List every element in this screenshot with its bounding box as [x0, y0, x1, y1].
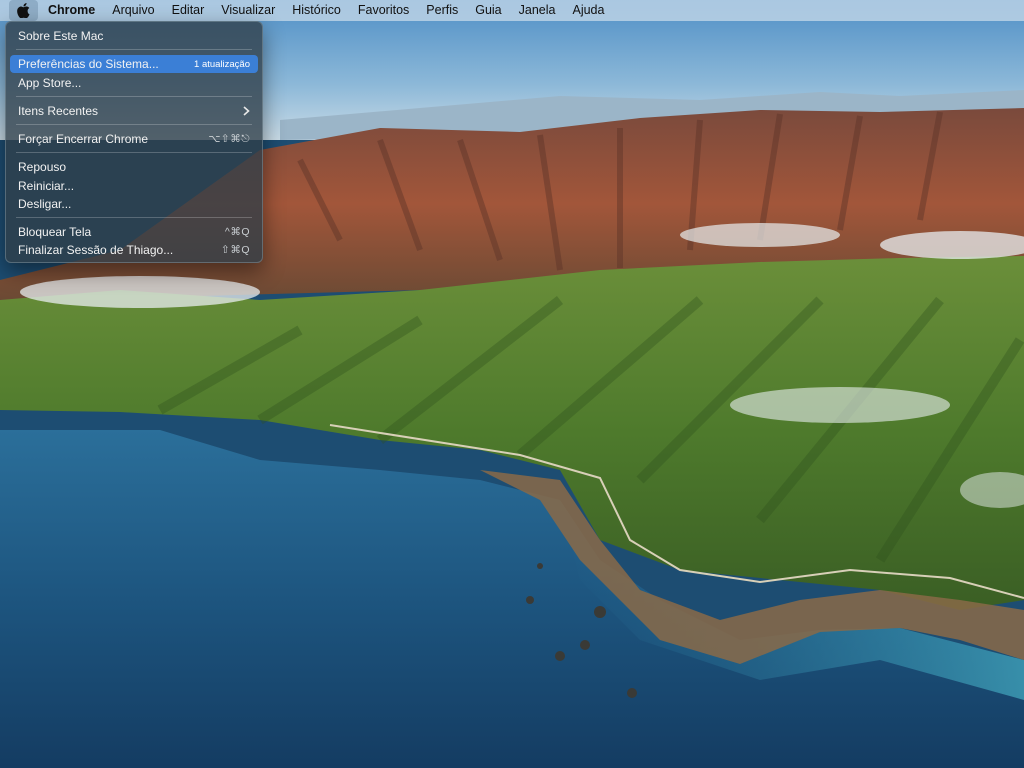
menu-bar: Chrome Arquivo Editar Visualizar Históri…: [0, 0, 1024, 21]
log-out-shortcut: ⇧⌘Q: [221, 244, 250, 256]
recent-items-label: Itens Recentes: [18, 104, 99, 118]
chevron-right-icon: [243, 106, 250, 116]
menu-item-app-store[interactable]: App Store...: [10, 74, 258, 92]
menu-separator: [16, 124, 252, 125]
menu-item-lock-screen[interactable]: Bloquear Tela ^⌘Q: [10, 223, 258, 241]
menu-guia[interactable]: Guia: [467, 0, 510, 21]
restart-label: Reiniciar...: [18, 179, 75, 193]
force-quit-shortcut: ⌥⇧⌘⎋: [208, 132, 250, 145]
menu-item-recent-items[interactable]: Itens Recentes: [10, 102, 258, 120]
menu-favoritos[interactable]: Favoritos: [349, 0, 417, 21]
menu-separator: [16, 49, 252, 50]
about-mac-label: Sobre Este Mac: [18, 29, 104, 43]
sleep-label: Repouso: [18, 160, 67, 174]
log-out-label: Finalizar Sessão de Thiago...: [18, 243, 174, 257]
apple-menu-dropdown: Sobre Este Mac Preferências do Sistema..…: [5, 21, 263, 263]
app-store-label: App Store...: [18, 76, 82, 90]
menu-editar[interactable]: Editar: [163, 0, 213, 21]
menu-historico[interactable]: Histórico: [284, 0, 350, 21]
menu-item-force-quit[interactable]: Forçar Encerrar Chrome ⌥⇧⌘⎋: [10, 130, 258, 148]
menu-item-log-out[interactable]: Finalizar Sessão de Thiago... ⇧⌘Q: [10, 241, 258, 259]
menu-arquivo[interactable]: Arquivo: [104, 0, 163, 21]
menu-chrome[interactable]: Chrome: [38, 0, 104, 21]
menu-separator: [16, 217, 252, 218]
menu-visualizar[interactable]: Visualizar: [213, 0, 284, 21]
apple-menu-button[interactable]: [9, 0, 38, 21]
menu-item-shutdown[interactable]: Desligar...: [10, 195, 258, 213]
menu-janela[interactable]: Janela: [510, 0, 564, 21]
menu-item-restart[interactable]: Reiniciar...: [10, 177, 258, 195]
force-quit-label: Forçar Encerrar Chrome: [18, 132, 149, 146]
menu-item-about-mac[interactable]: Sobre Este Mac: [10, 27, 258, 45]
menu-perfis[interactable]: Perfis: [418, 0, 467, 21]
lock-screen-shortcut: ^⌘Q: [224, 226, 250, 238]
menu-separator: [16, 152, 252, 153]
lock-screen-label: Bloquear Tela: [18, 225, 92, 239]
shutdown-label: Desligar...: [18, 197, 72, 211]
menu-item-sleep[interactable]: Repouso: [10, 158, 258, 176]
menu-ajuda[interactable]: Ajuda: [564, 0, 613, 21]
apple-logo-icon: [17, 3, 30, 18]
system-preferences-label: Preferências do Sistema...: [18, 57, 159, 71]
menu-separator: [16, 96, 252, 97]
update-badge: 1 atualização: [194, 58, 250, 70]
menu-item-system-preferences[interactable]: Preferências do Sistema... 1 atualização: [10, 55, 258, 73]
